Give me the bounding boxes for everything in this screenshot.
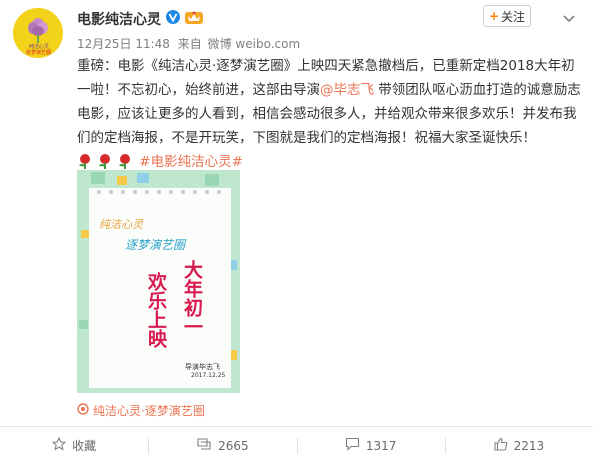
location-pin-icon bbox=[77, 403, 89, 418]
verified-badge-icon bbox=[166, 10, 180, 28]
like-button[interactable]: 2213 bbox=[444, 427, 593, 464]
poster-big-line-2: 欢乐上映 bbox=[145, 272, 167, 348]
location-label: 纯洁心灵·逐梦演艺圈 bbox=[93, 404, 205, 418]
repost-count: 2665 bbox=[218, 438, 249, 453]
location-link[interactable]: 纯洁心灵·逐梦演艺圈 bbox=[77, 402, 205, 419]
repost-icon bbox=[196, 437, 212, 454]
like-count: 2213 bbox=[513, 438, 545, 453]
poster-big-line-1: 大年初一 bbox=[181, 260, 203, 336]
comment-icon bbox=[345, 437, 360, 454]
vip-crown-icon[interactable] bbox=[185, 10, 203, 28]
action-bar: 收藏 2665 1317 2213 bbox=[0, 427, 593, 464]
poster-title-small: 纯洁心灵 bbox=[99, 218, 143, 231]
post-text: 重磅：电影《纯洁心灵·逐梦演艺圈》上映四天紧急撤档后，已重新定档2018大年初一… bbox=[77, 54, 582, 177]
repost-button[interactable]: 2665 bbox=[148, 427, 296, 464]
poster-image[interactable]: 纯洁心灵 逐梦演艺圈 大年初一 欢乐上映 导演毕志飞 2017.12.25 bbox=[77, 170, 240, 393]
poster-signature: 导演毕志飞 bbox=[185, 363, 220, 371]
hashtag-link[interactable]: #电影纯洁心灵# bbox=[139, 154, 243, 170]
plus-icon: + bbox=[488, 9, 500, 23]
chevron-down-icon[interactable] bbox=[562, 9, 576, 23]
star-icon bbox=[51, 436, 67, 454]
comment-button[interactable]: 1317 bbox=[296, 427, 445, 464]
poster-signature-date: 2017.12.25 bbox=[191, 372, 226, 379]
post-time[interactable]: 12月25日 11:48 bbox=[77, 37, 170, 51]
avatar-subcaption: 逐梦演艺圈 bbox=[26, 50, 52, 56]
source-prefix: 来自 bbox=[177, 37, 202, 51]
mention-link[interactable]: @毕志飞 bbox=[320, 82, 374, 98]
follow-label: 关注 bbox=[501, 9, 526, 24]
thumbs-up-icon bbox=[494, 437, 508, 454]
favorite-label: 收藏 bbox=[72, 439, 97, 453]
favorite-button[interactable]: 收藏 bbox=[0, 427, 148, 464]
account-name[interactable]: 电影纯洁心灵 bbox=[77, 9, 161, 29]
follow-button[interactable]: + 关注 bbox=[483, 5, 531, 27]
avatar[interactable]: 纯洁心灵 逐梦演艺圈 bbox=[13, 8, 63, 58]
post-meta: 12月25日 11:48 来自 微博 weibo.com bbox=[77, 35, 304, 52]
account-name-row: 电影纯洁心灵 bbox=[77, 9, 203, 29]
poster-subtitle-small: 逐梦演艺圈 bbox=[125, 238, 186, 252]
comment-count: 1317 bbox=[365, 438, 397, 453]
weibo-post-card: 纯洁心灵 逐梦演艺圈 电影纯洁心灵 12月25日 11:48 来自 微博 wei… bbox=[0, 0, 593, 464]
post-source[interactable]: 微博 weibo.com bbox=[208, 37, 301, 51]
